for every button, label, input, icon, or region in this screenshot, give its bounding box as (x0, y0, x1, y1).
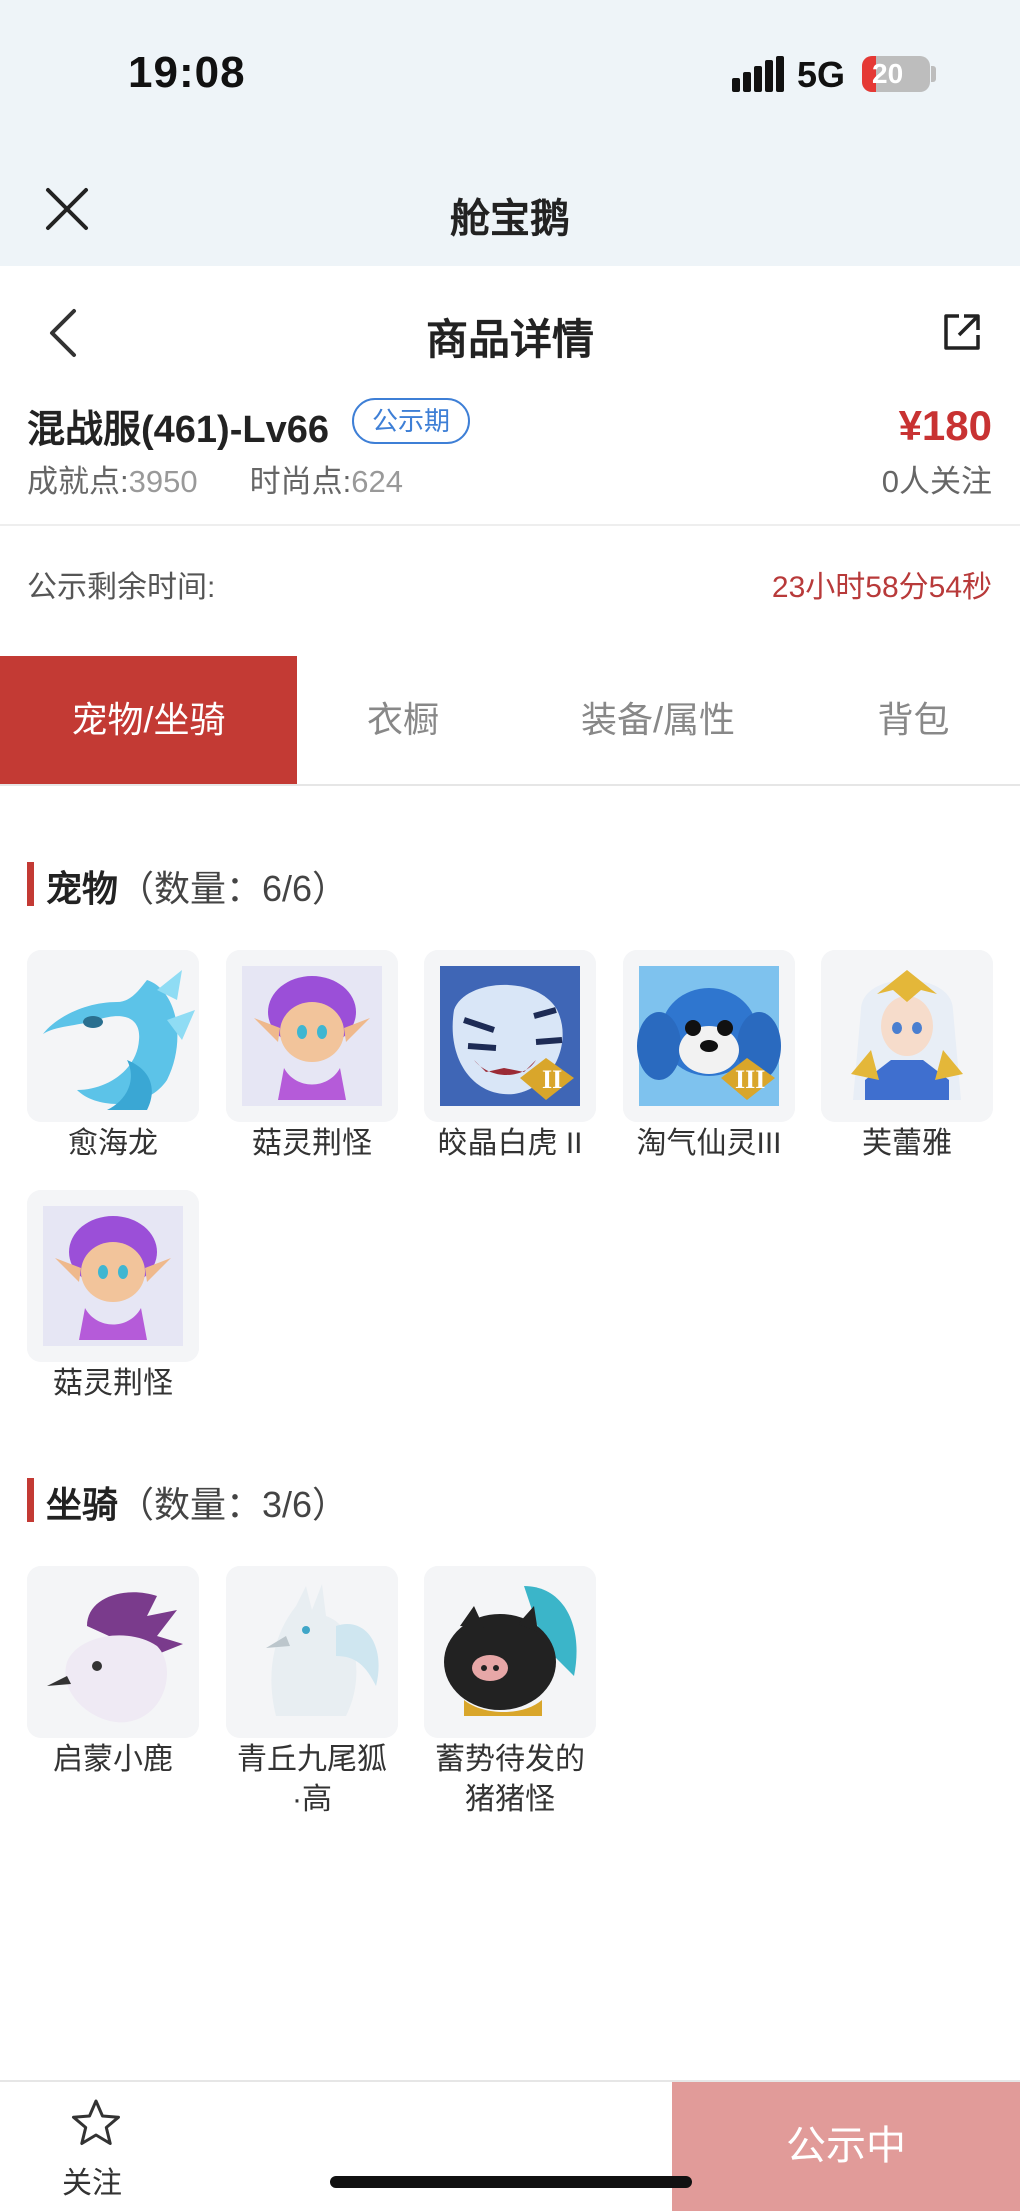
pet-name: 菇灵荆怪 (252, 1127, 372, 1160)
mushroom-goblin-icon (226, 950, 398, 1122)
app-title: 舱宝鹅 (450, 197, 570, 241)
follow-label: 关注 (62, 2167, 122, 2200)
achievement-value: 3950 (128, 464, 198, 499)
mounts-title: 坐骑 (46, 1484, 119, 1525)
pig-icon (424, 1566, 596, 1738)
mount-card[interactable] (424, 1566, 596, 1738)
mounts-count: （数量：3/6） (118, 1484, 349, 1525)
pet-card[interactable] (821, 950, 993, 1122)
rank-badge: II (542, 1065, 563, 1094)
remaining-time-label: 公示剩余时间: (27, 571, 216, 604)
item-name: 混战服(461)-Lv66 (27, 409, 329, 451)
white-tiger-icon (424, 950, 596, 1122)
fox-icon (226, 1566, 398, 1738)
home-indicator (330, 2176, 692, 2188)
divider (0, 524, 1020, 526)
signal-icon (732, 56, 784, 92)
deer-icon (27, 1566, 199, 1738)
tab-equipment[interactable]: 装备/属性 (509, 656, 807, 784)
section-marker (27, 862, 34, 906)
mount-name-line1: 青丘九尾狐 (237, 1743, 387, 1776)
mount-name-line2: ·高 (292, 1783, 332, 1816)
pet-name: 芙蕾雅 (862, 1127, 952, 1160)
tab-bag[interactable]: 背包 (807, 656, 1020, 784)
mount-name-line2: 猪猪怪 (465, 1783, 555, 1816)
status-time: 19:08 (128, 48, 246, 97)
mushroom-goblin-icon (27, 1190, 199, 1362)
remaining-time-value: 23小时58分54秒 (771, 571, 992, 604)
mount-name: 青丘九尾狐 ·高 (212, 1740, 412, 1820)
mount-card[interactable] (27, 1566, 199, 1738)
page-title: 商品详情 (425, 316, 594, 363)
tab-wardrobe[interactable]: 衣橱 (297, 656, 509, 784)
pet-card[interactable] (27, 950, 199, 1122)
fashion-label: 时尚点: (249, 464, 352, 499)
public-status-button: 公示中 (672, 2082, 1020, 2211)
pets-count: （数量：6/6） (118, 868, 349, 909)
freya-icon (821, 950, 993, 1122)
battery-tip (931, 66, 936, 82)
mount-name: 启蒙小鹿 (53, 1743, 173, 1776)
pet-name: 淘气仙灵III (636, 1127, 782, 1160)
follower-count: 0人关注 (881, 464, 992, 499)
mount-name-line1: 蓄势待发的 (435, 1743, 585, 1776)
star-icon (72, 2099, 120, 2145)
pets-title: 宠物 (46, 868, 119, 909)
fashion-value: 624 (351, 464, 403, 499)
tab-bar: 宠物/坐骑 衣橱 装备/属性 背包 (0, 656, 1020, 786)
pet-card[interactable]: III (623, 950, 795, 1122)
item-price: ¥180 (898, 402, 992, 449)
pet-name: 菇灵荆怪 (53, 1367, 173, 1400)
blue-puppy-icon (623, 950, 795, 1122)
item-points: 成就点:3950 时尚点:624 (27, 456, 403, 501)
rank-badge: III (735, 1065, 766, 1094)
pet-name: 皎晶白虎 II (437, 1127, 583, 1160)
pet-name: 愈海龙 (68, 1127, 158, 1160)
achievement-label: 成就点: (27, 464, 129, 499)
pet-card[interactable]: II (424, 950, 596, 1122)
pet-card[interactable] (27, 1190, 199, 1362)
mounts-section-title: 坐骑（数量：3/6） (46, 1476, 348, 1528)
section-marker (27, 1478, 34, 1522)
pets-section-title: 宠物（数量：6/6） (46, 860, 348, 912)
tab-pets-mounts[interactable]: 宠物/坐骑 (0, 656, 297, 784)
battery-icon: 20 (862, 56, 930, 92)
battery-text: 20 (872, 58, 904, 89)
network-type: 5G (797, 54, 846, 95)
sea-dragon-icon (27, 950, 199, 1122)
pet-card[interactable] (226, 950, 398, 1122)
mount-name: 蓄势待发的 猪猪怪 (410, 1740, 610, 1820)
share-icon[interactable] (942, 312, 982, 352)
status-badge: 公示期 (352, 398, 471, 444)
mount-card[interactable] (226, 1566, 398, 1738)
